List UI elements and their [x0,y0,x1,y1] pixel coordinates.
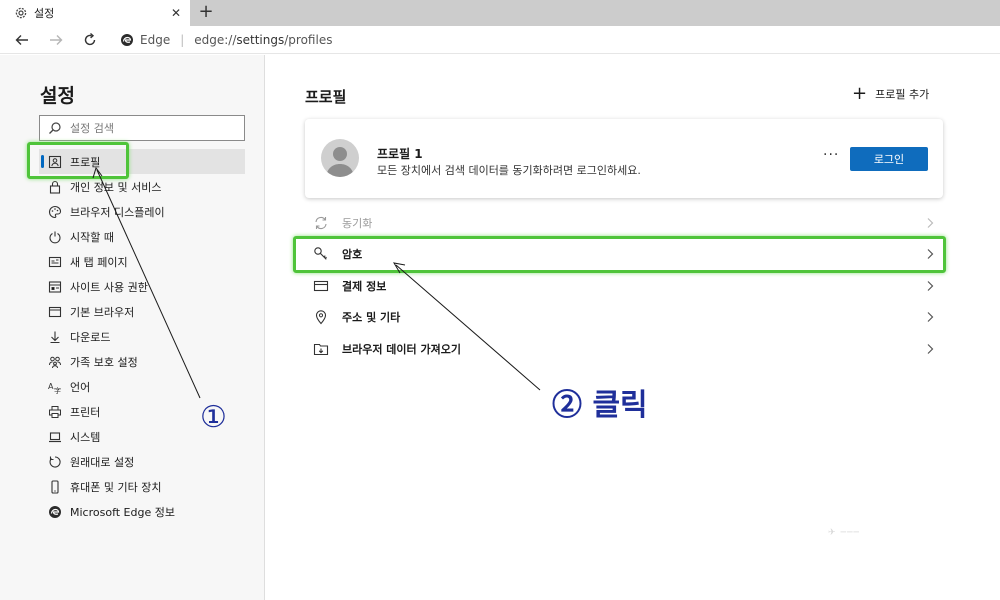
settings-row[interactable]: 주소 및 기타 [305,302,945,334]
family-icon [48,355,62,369]
sidebar-item-label: 시스템 [70,430,101,444]
default-browser-icon [48,305,62,319]
sidebar-item-label: 브라우저 디스플레이 [70,205,165,219]
chevron-right-icon [923,311,937,323]
sidebar-item[interactable]: A 字 언어 [39,374,245,399]
browser-tab[interactable]: 설정 ✕ [0,0,190,26]
profile-settings-list: 동기화 암호 결제 정보 주소 및 기타 브라우저 데이터 가져오기 [305,207,945,365]
profile-description: 모든 장치에서 검색 데이터를 동기화하려면 로그인하세요. [377,164,641,177]
sidebar-item-label: 휴대폰 및 기타 장치 [70,480,162,494]
settings-row-label: 주소 및 기타 [342,311,401,325]
settings-row-label: 동기화 [342,216,373,230]
search-input[interactable]: 설정 검색 [39,115,245,141]
address-bar[interactable]: Edge | edge://settings/profiles [120,30,332,50]
annotation-step-1: ① [200,400,227,435]
close-icon[interactable]: ✕ [168,5,184,21]
sidebar-item[interactable]: 기본 브라우저 [39,299,245,324]
sidebar-item-label: 시작할 때 [70,230,114,244]
settings-sidebar: 설정 설정 검색 프로필 개인 정보 및 서비스 브라우저 디스플레이 시작할 때새 … [0,55,265,600]
back-icon[interactable] [12,30,32,50]
site-permissions-icon [48,280,62,294]
settings-row-label: 브라우저 데이터 가져오기 [342,342,461,356]
chevron-right-icon [923,217,937,229]
palette-icon [48,205,62,219]
add-profile-button[interactable]: + 프로필 추가 [852,83,930,104]
sidebar-item-label: 개인 정보 및 서비스 [70,180,162,194]
sidebar-item-label: 원래대로 설정 [70,455,135,469]
more-options-button[interactable]: ··· [823,147,839,163]
address-host: settings [236,33,285,47]
browser-toolbar: Edge | edge://settings/profiles [0,26,1000,54]
printer-icon [48,405,62,419]
sidebar-item[interactable]: Microsoft Edge 정보 [39,499,245,524]
new-tab-page-icon [48,255,62,269]
tab-strip: 설정 ✕ + [0,0,1000,26]
sidebar-item[interactable]: 사이트 사용 권한 [39,274,245,299]
sidebar-item[interactable]: 가족 보호 설정 [39,349,245,374]
avatar [321,139,359,177]
edge-logo-icon [120,33,134,47]
settings-row[interactable]: 브라우저 데이터 가져오기 [305,333,945,365]
profile-card: 프로필 1 모든 장치에서 검색 데이터를 동기화하려면 로그인하세요. ···… [305,119,943,198]
sidebar-item[interactable]: 시작할 때 [39,224,245,249]
phone-icon [48,479,62,494]
power-icon [48,230,62,244]
location-icon [313,309,329,325]
address-prefix: edge:// [194,33,237,47]
sidebar-item[interactable]: 다운로드 [39,324,245,349]
watermark: ✈ ─── [828,528,860,538]
edge-logo-icon [48,505,62,519]
add-profile-label: 프로필 추가 [875,88,930,101]
forward-icon[interactable] [46,30,66,50]
refresh-icon[interactable] [80,30,100,50]
chevron-right-icon [923,280,937,292]
sidebar-title: 설정 [40,85,75,107]
sync-icon [313,215,329,231]
plus-icon: + [852,83,868,104]
laptop-icon [48,430,62,444]
sidebar-item[interactable]: 새 탭 페이지 [39,249,245,274]
gear-icon [14,6,28,20]
login-button[interactable]: 로그인 [850,147,928,171]
settings-row: 동기화 [305,207,945,239]
download-icon [48,330,62,344]
import-icon [313,341,329,357]
sidebar-item[interactable]: 원래대로 설정 [39,449,245,474]
annotation-step-2: ② 클릭 [552,388,648,423]
sidebar-item-label: 가족 보호 설정 [70,355,138,369]
chevron-right-icon [923,343,937,355]
card-icon [313,278,329,294]
reset-icon [48,455,62,469]
tab-title: 설정 [34,7,55,20]
page-title: 프로필 [305,88,347,106]
language-icon: A字 [48,380,62,394]
settings-row[interactable]: 결제 정보 [305,270,945,302]
sidebar-item-label: 새 탭 페이지 [70,255,128,269]
sidebar-item-label: 프린터 [70,405,101,419]
sidebar-item[interactable]: 휴대폰 및 기타 장치 [39,474,245,499]
address-path: /profiles [284,33,333,47]
address-brand: Edge [140,33,171,47]
sidebar-item-label: Microsoft Edge 정보 [70,505,175,519]
new-tab-button[interactable]: + [196,2,216,22]
svg-text:字: 字 [54,386,61,394]
highlight-box-password [293,236,946,273]
search-placeholder: 설정 검색 [70,122,114,135]
sidebar-item-label: 언어 [70,380,91,394]
lock-icon [48,180,62,194]
settings-row-label: 결제 정보 [342,279,387,293]
address-separator: | [180,33,185,47]
profile-name: 프로필 1 [377,147,423,161]
highlight-box-profile [27,142,129,179]
sidebar-nav: 프로필 개인 정보 및 서비스 브라우저 디스플레이 시작할 때새 탭 페이지 사이트 … [39,149,245,524]
sidebar-item[interactable]: 브라우저 디스플레이 [39,199,245,224]
sidebar-item-label: 사이트 사용 권한 [70,280,148,294]
sidebar-item-label: 기본 브라우저 [70,305,135,319]
search-icon [48,121,62,135]
sidebar-item-label: 다운로드 [70,330,111,344]
